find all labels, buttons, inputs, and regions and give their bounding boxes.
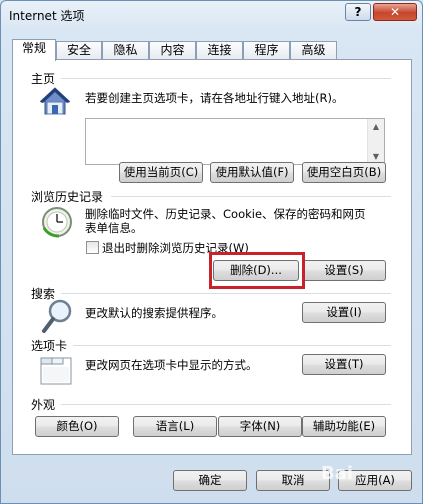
internet-options-window: Internet 选项 ? ✕ 常规 安全 隐私 内容 连接 程序 高级 主页 … bbox=[0, 0, 423, 504]
close-button[interactable]: ✕ bbox=[373, 3, 417, 21]
divider bbox=[61, 404, 391, 405]
tab-advanced[interactable]: 高级 bbox=[290, 41, 337, 60]
home-page-url-input[interactable]: ▲ ▼ bbox=[85, 118, 385, 165]
appearance-group-title: 外观 bbox=[31, 398, 56, 412]
general-panel: 主页 若要创建主页选项卡，请在各地址行键入地址(R)。 ▲ ▼ 使用当前页(C)… bbox=[12, 59, 412, 455]
tab-security[interactable]: 安全 bbox=[56, 41, 102, 60]
colors-button[interactable]: 颜色(O) bbox=[35, 416, 119, 437]
tabs-settings-button[interactable]: 设置(T) bbox=[302, 354, 386, 375]
help-button[interactable]: ? bbox=[345, 3, 371, 21]
scroll-up-icon[interactable]: ▲ bbox=[368, 119, 384, 134]
history-settings-button[interactable]: 设置(S) bbox=[302, 260, 386, 281]
divider bbox=[73, 345, 391, 346]
tab-general[interactable]: 常规 bbox=[12, 39, 56, 61]
ok-button[interactable]: 确定 bbox=[173, 470, 247, 491]
tab-programs[interactable]: 程序 bbox=[243, 41, 290, 60]
title-bar[interactable]: Internet 选项 ? ✕ bbox=[1, 1, 422, 29]
accessibility-button[interactable]: 辅助功能(E) bbox=[302, 416, 386, 437]
languages-button[interactable]: 语言(L) bbox=[133, 416, 217, 437]
use-blank-button[interactable]: 使用空白页(B) bbox=[302, 162, 386, 183]
history-description-line2: 表单信息。 bbox=[85, 221, 143, 235]
home-page-description: 若要创建主页选项卡，请在各地址行键入地址(R)。 bbox=[85, 91, 344, 105]
divider bbox=[61, 78, 391, 79]
search-settings-button[interactable]: 设置(I) bbox=[302, 302, 386, 323]
home-icon bbox=[39, 87, 71, 115]
search-description: 更改默认的搜索提供程序。 bbox=[85, 306, 223, 320]
window-title: Internet 选项 bbox=[9, 9, 85, 23]
home-page-group-title: 主页 bbox=[31, 72, 56, 86]
cancel-button[interactable]: 取消 bbox=[256, 470, 330, 491]
magnifier-icon bbox=[42, 299, 72, 333]
browsing-history-group-title: 浏览历史记录 bbox=[31, 190, 104, 204]
highlight-box bbox=[209, 252, 305, 289]
tabs-icon bbox=[40, 357, 72, 385]
tab-connections[interactable]: 连接 bbox=[196, 41, 243, 60]
divider bbox=[61, 293, 391, 294]
tab-content[interactable]: 内容 bbox=[149, 41, 196, 60]
use-default-button[interactable]: 使用默认值(F) bbox=[210, 162, 294, 183]
tab-privacy[interactable]: 隐私 bbox=[102, 41, 149, 60]
tabs-description: 更改网页在选项卡中显示的方式。 bbox=[85, 358, 258, 372]
divider bbox=[111, 196, 391, 197]
clock-icon bbox=[42, 207, 72, 238]
fonts-button[interactable]: 字体(N) bbox=[218, 416, 302, 437]
url-scrollbar[interactable]: ▲ ▼ bbox=[367, 119, 384, 164]
delete-on-exit-checkbox[interactable] bbox=[86, 241, 99, 254]
apply-button[interactable]: 应用(A) bbox=[338, 470, 412, 491]
use-current-button[interactable]: 使用当前页(C) bbox=[119, 162, 203, 183]
